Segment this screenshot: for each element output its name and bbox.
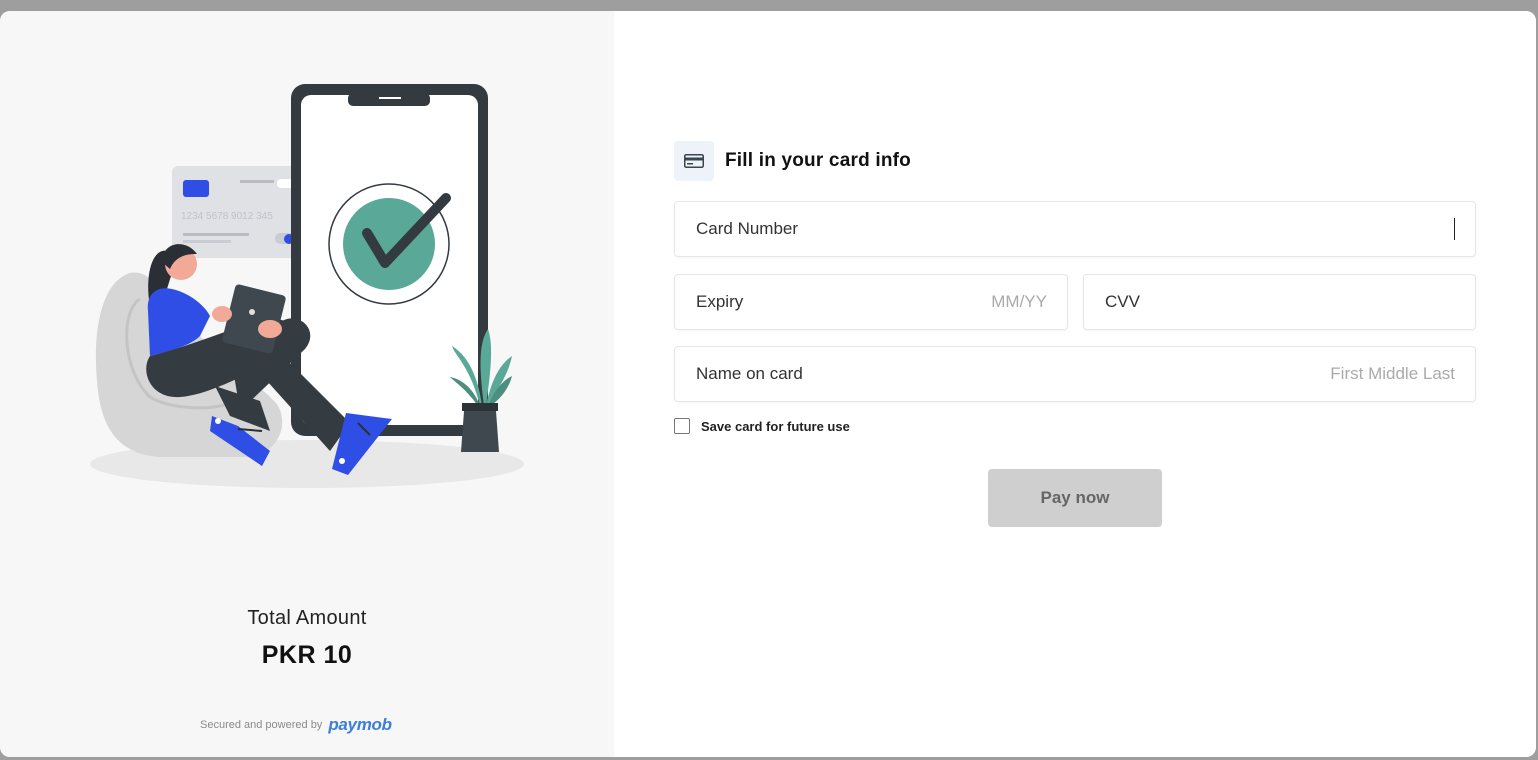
text-cursor (1454, 218, 1455, 240)
form-header: Fill in your card info (674, 141, 911, 181)
order-summary-panel: 1234 5678 9012 345 Total Amount PKR 10 S… (0, 11, 614, 757)
card-number-preview: 1234 5678 9012 345 (181, 211, 273, 222)
name-placeholder: First Middle Last (1330, 364, 1455, 383)
powered-by-text: Secured and powered by (200, 719, 323, 731)
total-amount-label: Total Amount (247, 607, 367, 629)
powered-by: Secured and powered by paymob (200, 715, 392, 735)
expiry-field[interactable]: Expiry MM/YY (674, 274, 1068, 330)
cvv-field[interactable]: CVV (1083, 274, 1476, 330)
form-title: Fill in your card info (725, 150, 911, 171)
credit-card-icon (674, 141, 714, 181)
total-amount-value: PKR 10 (261, 641, 353, 669)
expiry-placeholder: MM/YY (991, 292, 1047, 311)
save-card-option[interactable]: Save card for future use (674, 418, 850, 434)
checkout-illustration: 1234 5678 9012 345 (90, 84, 524, 488)
pay-now-button[interactable]: Pay now (988, 469, 1162, 527)
card-number-label: Card Number (696, 219, 799, 238)
save-card-label[interactable]: Save card for future use (701, 419, 850, 434)
name-on-card-label: Name on card (696, 364, 803, 383)
paymob-logo: paymob (328, 715, 392, 734)
save-card-checkbox[interactable] (674, 418, 690, 434)
expiry-label: Expiry (696, 292, 744, 311)
cvv-label: CVV (1105, 292, 1140, 311)
name-on-card-field[interactable]: Name on card First Middle Last (674, 346, 1476, 402)
payment-frame: 1234 5678 9012 345 Total Amount PKR 10 S… (0, 11, 1536, 757)
card-form-panel: Fill in your card info Card Number Expir… (614, 11, 1536, 757)
card-number-field[interactable]: Card Number (674, 201, 1476, 257)
